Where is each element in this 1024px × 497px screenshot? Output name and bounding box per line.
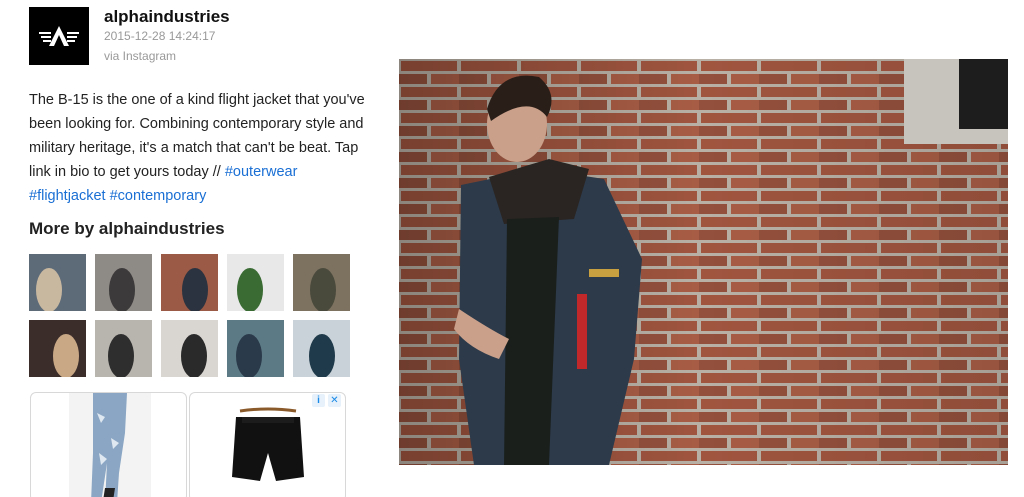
more-thumbnails-grid (29, 254, 354, 377)
thumb-seated-woman[interactable] (161, 320, 218, 377)
hashtag-flightjacket[interactable]: #flightjacket (29, 188, 106, 204)
ad-close-icon[interactable]: ✕ (328, 394, 341, 407)
ripped-jeans-image (69, 393, 151, 497)
thumb-mountain-jacket[interactable] (29, 254, 86, 311)
alpha-logo-icon (39, 26, 79, 46)
caption-text: The B-15 is the one of a kind flight jac… (29, 92, 365, 180)
post-main-photo[interactable] (399, 59, 1008, 465)
more-by-heading: More by alphaindustries (29, 219, 225, 238)
thumb-street-walk[interactable] (95, 254, 152, 311)
ad-strip: i ✕ (29, 392, 354, 497)
profile-avatar[interactable] (29, 7, 89, 65)
thumb-red-tag-image (227, 254, 284, 311)
thumb-brick-wall-image (161, 254, 218, 311)
thumb-seated-woman-image (161, 320, 218, 377)
hashtag-outerwear[interactable]: #outerwear (225, 164, 298, 180)
thumb-red-tag[interactable] (227, 254, 284, 311)
brick-wall-portrait-image (399, 59, 1008, 465)
thumb-brick-wall[interactable] (161, 254, 218, 311)
thumb-group-street[interactable] (95, 320, 152, 377)
black-shorts-image (232, 407, 304, 481)
thumb-sunglasses-woman[interactable] (29, 320, 86, 377)
post-source: via Instagram (104, 49, 177, 63)
ad-card-shorts[interactable]: i ✕ (189, 392, 346, 497)
thumb-stadium[interactable] (293, 320, 350, 377)
ad-badges: i ✕ (312, 394, 341, 407)
post-caption: The B-15 is the one of a kind flight jac… (29, 88, 374, 208)
username-link[interactable]: alphaindustries (104, 7, 230, 27)
thumb-sunglasses-woman-image (29, 320, 86, 377)
thumb-stadium-image (293, 320, 350, 377)
thumb-olive-jackets-image (293, 254, 350, 311)
post-timestamp: 2015-12-28 14:24:17 (104, 29, 216, 43)
hashtag-contemporary[interactable]: #contemporary (110, 188, 207, 204)
ad-info-icon[interactable]: i (312, 394, 325, 407)
thumb-fur-hood[interactable] (227, 320, 284, 377)
thumb-street-walk-image (95, 254, 152, 311)
thumb-olive-jackets[interactable] (293, 254, 350, 311)
thumb-mountain-jacket-image (29, 254, 86, 311)
thumb-group-street-image (95, 320, 152, 377)
ad-card-jeans[interactable] (30, 392, 187, 497)
thumb-fur-hood-image (227, 320, 284, 377)
